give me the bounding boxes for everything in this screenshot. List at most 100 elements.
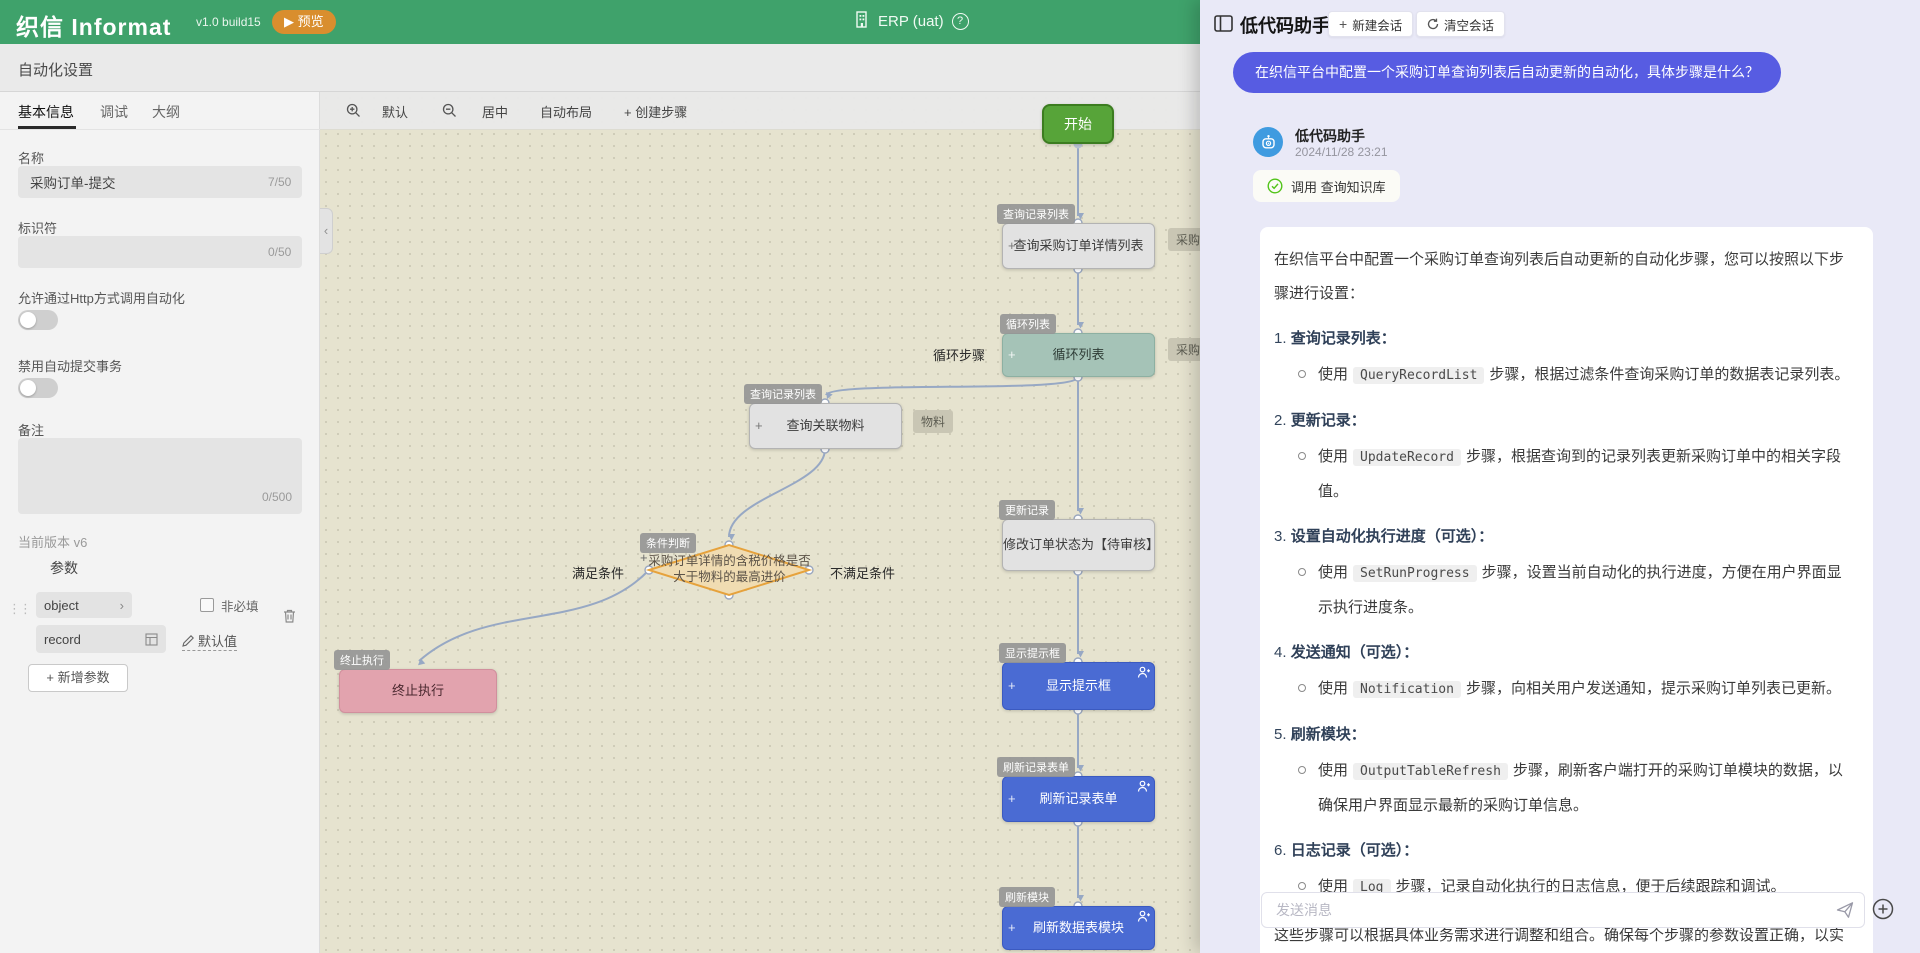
- plus-icon[interactable]: +: [1008, 677, 1016, 695]
- app-logo: 织信 Informat: [16, 8, 171, 42]
- zoom-in-icon[interactable]: [346, 103, 361, 123]
- transaction-toggle[interactable]: [18, 378, 58, 398]
- version-info: 当前版本 v6: [18, 532, 87, 551]
- plus-icon[interactable]: +: [1008, 237, 1016, 255]
- zoom-default-button[interactable]: 默认: [382, 102, 408, 121]
- new-session-button[interactable]: + 新建会话: [1328, 11, 1413, 37]
- node-show-prompt[interactable]: +显示提示框: [1002, 662, 1155, 710]
- plus-icon: +: [1339, 16, 1347, 32]
- answer-item-bullet: 使用OutputTableRefresh步骤，刷新客户端打开的采购订单模块的数据…: [1298, 754, 1851, 823]
- answer-intro: 在织信平台中配置一个采购订单查询列表后自动更新的自动化步骤，您可以按照以下步骤进…: [1274, 243, 1851, 311]
- code-chip: Notification: [1353, 681, 1461, 698]
- node-refresh-form[interactable]: +刷新记录表单: [1002, 776, 1155, 822]
- node-label: 终止执行: [392, 682, 444, 700]
- remark-label: 备注: [18, 420, 44, 439]
- transaction-label: 禁用自动提交事务: [18, 356, 122, 375]
- auto-layout-button[interactable]: 自动布局: [540, 102, 592, 121]
- answer-item-title: 5. 刷新模块：: [1274, 720, 1851, 750]
- preview-button[interactable]: ▶ 预览: [272, 10, 336, 34]
- settings-bar: 自动化设置: [0, 44, 1200, 92]
- assistant-name: 低代码助手: [1295, 126, 1365, 146]
- bullet-icon: [1298, 766, 1306, 774]
- assistant-avatar: [1253, 127, 1283, 157]
- plus-icon[interactable]: +: [1008, 790, 1016, 808]
- plus-icon[interactable]: +: [1008, 919, 1016, 937]
- tool-call-badge[interactable]: 调用 查询知识库: [1253, 170, 1400, 202]
- remark-textarea[interactable]: [18, 438, 302, 514]
- optional-checkbox[interactable]: [200, 598, 214, 612]
- bullet-icon: [1298, 684, 1306, 692]
- param-name-input[interactable]: record: [36, 625, 166, 653]
- step-type-pill: 循环列表: [1000, 314, 1056, 334]
- default-value-link[interactable]: 默认值: [182, 631, 237, 651]
- add-attachment-icon[interactable]: [1872, 898, 1894, 925]
- default-value-label: 默认值: [198, 631, 237, 650]
- drag-handle-icon[interactable]: ⋮⋮: [8, 604, 30, 614]
- sidebar: 基本信息 调试 大纲 名称 7/50 标识符 0/50 允许通过Http方式调用…: [0, 92, 320, 953]
- http-toggle[interactable]: [18, 310, 58, 330]
- zoom-out-icon[interactable]: [442, 103, 457, 123]
- node-loop-list[interactable]: + 循环列表: [1002, 333, 1155, 377]
- add-param-button[interactable]: + 新增参数: [28, 664, 128, 692]
- answer-item-bullet: 使用Notification步骤，向相关用户发送通知，提示采购订单列表已更新。: [1298, 672, 1851, 707]
- building-icon: [855, 11, 870, 32]
- robot-icon: [1260, 134, 1277, 151]
- table-icon: [145, 633, 158, 646]
- answer-item-title: 1. 查询记录列表：: [1274, 324, 1851, 354]
- param-type-select[interactable]: object ›: [36, 592, 132, 618]
- answer-item-title: 3. 设置自动化执行进度（可选）：: [1274, 522, 1851, 552]
- tab-basic-info[interactable]: 基本信息: [18, 102, 74, 122]
- help-icon[interactable]: ?: [952, 13, 969, 30]
- bullet-icon: [1298, 568, 1306, 576]
- identifier-label: 标识符: [18, 218, 57, 237]
- code-chip: SetRunProgress: [1353, 565, 1477, 582]
- flow-canvas[interactable]: 默认 居中 自动布局 + 创建步骤 开始 +查询采购订单详情列表 + 循环列表 +…: [320, 92, 1200, 953]
- answer-item-title: 2. 更新记录：: [1274, 406, 1851, 436]
- plus-icon[interactable]: +: [1008, 346, 1016, 364]
- answer-item-title: 6. 日志记录（可选）：: [1274, 836, 1851, 866]
- step-type-pill: 查询记录列表: [997, 204, 1075, 224]
- condition-line2: 大于物料的最高进价: [642, 569, 817, 585]
- step-type-pill: 更新记录: [999, 500, 1055, 520]
- answer-item-bullet: 使用QueryRecordList步骤，根据过滤条件查询采购订单的数据表记录列表…: [1298, 358, 1851, 393]
- optional-label: 非必填: [221, 596, 259, 615]
- step-type-pill: 查询记录列表: [744, 384, 822, 404]
- clear-session-button[interactable]: 清空会话: [1416, 11, 1505, 37]
- center-button[interactable]: 居中: [482, 102, 508, 121]
- send-icon[interactable]: [1836, 901, 1854, 924]
- node-query-material[interactable]: +查询关联物料: [749, 403, 902, 449]
- node-update-status[interactable]: +修改订单状态为【待审核】: [1002, 519, 1155, 571]
- node-start[interactable]: 开始: [1042, 104, 1114, 144]
- condition-node[interactable]: 采购订单详情的含税价格是否 大于物料的最高进价: [642, 553, 817, 585]
- assign-user-icon[interactable]: [1137, 780, 1150, 798]
- assistant-message-card: 在织信平台中配置一个采购订单查询列表后自动更新的自动化步骤，您可以按照以下步骤进…: [1260, 227, 1873, 953]
- node-refresh-module[interactable]: +刷新数据表模块: [1002, 906, 1155, 950]
- tab-outline[interactable]: 大纲: [152, 102, 180, 122]
- chat-message-input[interactable]: [1261, 892, 1865, 928]
- answer-item-bullet: 使用UpdateRecord步骤，根据查询到的记录列表更新采购订单中的相关字段值…: [1298, 440, 1851, 509]
- plus-icon[interactable]: +: [755, 417, 763, 435]
- node-label: 开始: [1064, 115, 1092, 134]
- output-tag: 采购订单详情列表: [1168, 228, 1200, 251]
- message-timestamp: 2024/11/28 23:21: [1295, 145, 1388, 159]
- output-tag: 采购订单详情: [1168, 338, 1200, 361]
- node-terminate[interactable]: 终止执行: [339, 669, 497, 713]
- version-label: v1.0 build15: [196, 15, 261, 29]
- name-input[interactable]: [18, 166, 302, 198]
- param-type-value: object: [44, 598, 79, 613]
- sidebar-collapse-handle[interactable]: ‹: [320, 208, 333, 254]
- panel-toggle-icon[interactable]: [1214, 15, 1233, 37]
- delete-param-icon[interactable]: [282, 608, 297, 629]
- tab-debug[interactable]: 调试: [100, 102, 128, 122]
- plus-icon[interactable]: +: [1008, 536, 1016, 554]
- assign-user-icon[interactable]: [1137, 666, 1150, 684]
- create-step-button[interactable]: + 创建步骤: [624, 102, 687, 121]
- identifier-input[interactable]: [18, 236, 302, 268]
- params-section-label[interactable]: 参数: [50, 558, 78, 578]
- assign-user-icon[interactable]: [1137, 910, 1150, 928]
- output-tag: 物料: [913, 410, 953, 433]
- workspace-switcher[interactable]: ERP (uat) ?: [855, 11, 969, 32]
- node-label: 循环列表: [1052, 346, 1104, 364]
- code-chip: UpdateRecord: [1353, 449, 1461, 466]
- node-query-detail[interactable]: +查询采购订单详情列表: [1002, 223, 1155, 269]
